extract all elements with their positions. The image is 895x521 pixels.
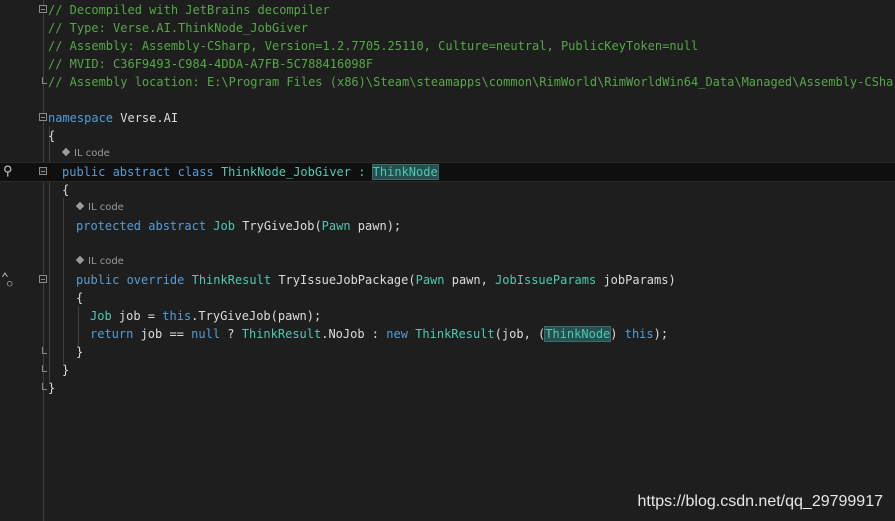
brace: { (62, 183, 70, 197)
fold-end-marker (42, 347, 47, 354)
keyword: namespace (48, 111, 114, 125)
code-text: ); (653, 327, 669, 341)
code-line: namespace Verse.AI (0, 109, 895, 127)
code-text: ? (220, 327, 242, 341)
code-editor[interactable]: // Decompiled with JetBrains decompiler … (0, 0, 895, 521)
diamond-icon (75, 255, 85, 265)
code-line: Job job = this.TryGiveJob(pawn); (0, 307, 895, 325)
il-code-hint[interactable]: IL code (75, 254, 124, 270)
il-code-hint[interactable]: IL code (61, 146, 110, 162)
comment-text: // Assembly: Assembly-CSharp, Version=1.… (48, 39, 699, 53)
type-name: Job (213, 219, 235, 233)
diamond-icon (75, 201, 85, 211)
code-line: { (0, 127, 895, 145)
code-line: } (0, 379, 895, 397)
code-line: } (0, 343, 895, 361)
brace: { (48, 129, 56, 143)
type-name: Job (90, 309, 112, 323)
keyword: this (624, 327, 654, 341)
brace: } (48, 381, 56, 395)
code-line: // MVID: C36F9493-C984-4DDA-A7FB-5C78841… (0, 55, 895, 73)
fold-end-marker (42, 383, 47, 390)
code-text: .NoJob : (321, 327, 387, 341)
fold-toggle[interactable] (39, 5, 47, 13)
code-line: } (0, 361, 895, 379)
namespace-name: Verse.AI (113, 111, 179, 125)
code-line: protected abstract Job TryGiveJob(Pawn p… (0, 217, 895, 235)
code-line: { (0, 181, 895, 199)
comment-text: // Assembly location: E:\Program Files (… (48, 75, 895, 89)
fold-end-marker (42, 77, 47, 84)
type-name: ThinkResult (241, 327, 322, 341)
code-line: ⌃ ○ public override ThinkResult TryIssue… (0, 271, 895, 289)
type-name: Pawn (321, 219, 351, 233)
code-text: pawn); (350, 219, 402, 233)
brace: } (62, 363, 70, 377)
keyword: public abstract class (62, 165, 214, 179)
code-text: (job, ( (494, 327, 546, 341)
base-type-reference[interactable]: ThinkNode (371, 164, 439, 180)
brace: { (76, 291, 84, 305)
type-reference-highlight[interactable]: ThinkNode (544, 326, 612, 342)
run-marker-icon[interactable]: ⚲ (3, 165, 13, 178)
code-line-current: ⚲ public abstract class ThinkNode_JobGiv… (0, 162, 895, 182)
type-name: JobIssueParams (495, 273, 597, 287)
comment-text: // Type: Verse.AI.ThinkNode_JobGiver (48, 21, 309, 35)
keyword: protected abstract (76, 219, 207, 233)
method-name: TryIssueJobPackage( (271, 273, 416, 287)
code-line: { (0, 289, 895, 307)
fold-toggle[interactable] (39, 275, 47, 283)
fold-end-marker (42, 365, 47, 372)
keyword: return (90, 327, 134, 341)
fold-toggle[interactable] (39, 113, 47, 121)
il-code-label: IL code (74, 148, 110, 159)
diamond-icon (61, 147, 71, 157)
keyword: new (386, 327, 408, 341)
code-text: ) (610, 327, 625, 341)
il-code-label: IL code (88, 202, 124, 213)
class-name: ThinkNode_JobGiver : (213, 165, 373, 179)
watermark-url: https://blog.csdn.net/qq_29799917 (637, 493, 883, 510)
code-line: // Assembly: Assembly-CSharp, Version=1.… (0, 37, 895, 55)
text-caret (437, 165, 439, 179)
comment-text: // Decompiled with JetBrains decompiler (48, 3, 330, 17)
code-line: // Type: Verse.AI.ThinkNode_JobGiver (0, 19, 895, 37)
keyword: this (162, 309, 192, 323)
code-line: // Decompiled with JetBrains decompiler (0, 1, 895, 19)
code-line: // Assembly location: E:\Program Files (… (0, 73, 895, 91)
type-name: ThinkResult (191, 273, 272, 287)
code-text: pawn, (444, 273, 496, 287)
keyword: null (191, 327, 221, 341)
comment-text: // MVID: C36F9493-C984-4DDA-A7FB-5C78841… (48, 57, 374, 71)
code-text: job == (133, 327, 192, 341)
brace: } (76, 345, 84, 359)
il-code-label: IL code (88, 256, 124, 267)
il-code-hint[interactable]: IL code (75, 200, 124, 216)
code-text: jobParams) (596, 273, 676, 287)
code-text: job = (111, 309, 163, 323)
type-name: ThinkResult (415, 327, 495, 341)
type-name: Pawn (415, 273, 445, 287)
keyword: public override (76, 273, 185, 287)
code-line: return job == null ? ThinkResult.NoJob :… (0, 325, 895, 343)
fold-toggle[interactable] (39, 167, 47, 175)
method-name: TryGiveJob( (234, 219, 322, 233)
code-text: .TryGiveJob(pawn); (191, 309, 322, 323)
